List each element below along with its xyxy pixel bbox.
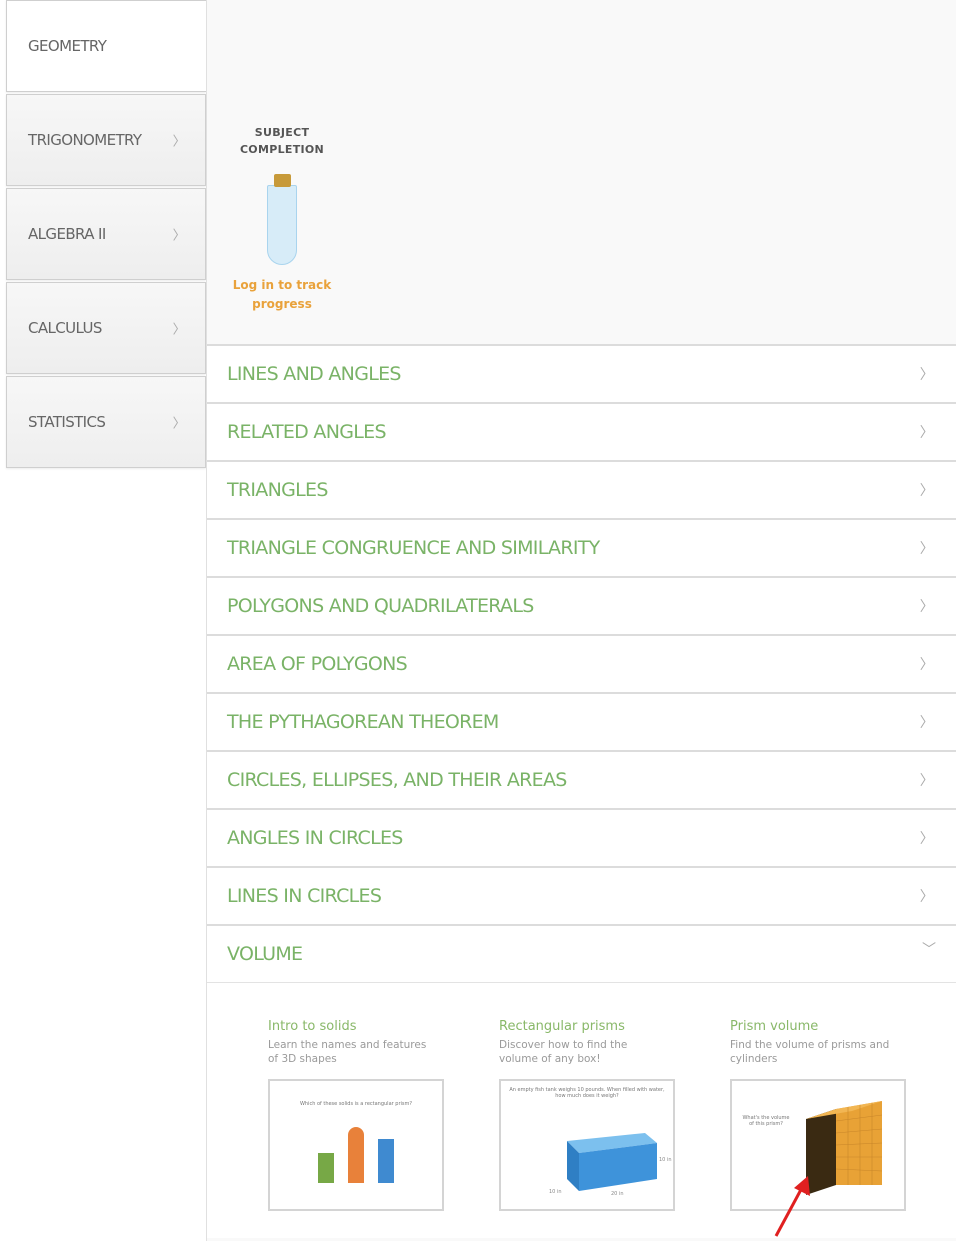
blue-box-illustration: 10 in 20 in 10 in: [549, 1133, 672, 1197]
skill-description: Find the volume of prisms and cylinders: [730, 1038, 910, 1070]
topic-row[interactable]: ANGLES IN CIRCLES 〉: [207, 808, 956, 866]
login-link-line: progress: [252, 297, 312, 311]
skill-description: Discover how to find the volume of any b…: [499, 1038, 679, 1070]
chevron-right-icon: 〉: [919, 483, 934, 499]
completion-title: SUBJECT COMPLETION: [207, 124, 357, 158]
skill-card-rectangular-prisms[interactable]: Rectangular prisms Discover how to find …: [499, 1019, 679, 1211]
topic-label: LINES AND ANGLES: [227, 363, 401, 385]
sidebar-item-calculus[interactable]: CALCULUS 〉: [6, 282, 206, 374]
skill-card-prism-volume[interactable]: Prism volume Find the volume of prisms a…: [730, 1019, 910, 1211]
chevron-right-icon: 〉: [919, 367, 934, 383]
l-prism-illustration: [806, 1101, 883, 1195]
sidebar-item-label: GEOMETRY: [28, 37, 107, 55]
skill-description-line: Discover how to find the: [499, 1039, 628, 1051]
topic-row[interactable]: LINES AND ANGLES 〉: [207, 344, 956, 402]
chevron-right-icon: 〉: [919, 425, 934, 441]
main-content: SUBJECT COMPLETION Log in to track progr…: [206, 0, 956, 1241]
login-to-track-link[interactable]: Log in to track progress: [207, 276, 357, 314]
skill-description-line: Find the volume of prisms and: [730, 1039, 890, 1051]
topic-list: LINES AND ANGLES 〉 RELATED ANGLES 〉 TRIA…: [207, 344, 956, 1238]
red-annotation-arrow-icon: [774, 1176, 810, 1237]
blue-prism-shape: [378, 1139, 394, 1183]
dim-side-label: 20 in: [611, 1191, 624, 1197]
sidebar-item-geometry[interactable]: GEOMETRY: [6, 0, 206, 92]
skill-title: Rectangular prisms: [499, 1019, 625, 1034]
completion-title-line: COMPLETION: [239, 143, 325, 156]
topic-row[interactable]: TRIANGLES 〉: [207, 460, 956, 518]
sidebar-item-label: CALCULUS: [28, 319, 102, 337]
sidebar-item-label: ALGEBRA II: [28, 225, 106, 243]
chevron-right-icon: 〉: [919, 715, 934, 731]
topic-row-volume[interactable]: VOLUME 〉: [207, 924, 956, 982]
skill-card-intro-to-solids[interactable]: Intro to solids Learn the names and feat…: [268, 1019, 448, 1211]
skill-thumbnail[interactable]: What's the volume of this prism?: [730, 1079, 906, 1211]
skill-thumbnail[interactable]: Which of these solids is a rectangular p…: [268, 1079, 444, 1211]
tube-cork: [274, 174, 291, 187]
test-tube-icon: [267, 174, 297, 266]
topic-row[interactable]: LINES IN CIRCLES 〉: [207, 866, 956, 924]
skill-description-line: of 3D shapes: [268, 1053, 337, 1065]
chevron-right-icon: 〉: [919, 541, 934, 557]
chevron-right-icon: 〉: [919, 889, 934, 905]
skill-title: Prism volume: [730, 1019, 819, 1034]
tube-body: [267, 185, 297, 265]
chevron-right-icon: 〉: [919, 599, 934, 615]
topic-row[interactable]: AREA OF POLYGONS 〉: [207, 634, 956, 692]
chevron-right-icon: 〉: [919, 831, 934, 847]
topic-label: THE PYTHAGOREAN THEOREM: [227, 711, 499, 733]
chevron-right-icon: 〉: [919, 657, 934, 673]
sidebar-item-label: STATISTICS: [28, 413, 106, 431]
skill-thumbnail[interactable]: An empty fish tank weighs 10 pounds. Whe…: [499, 1079, 675, 1211]
topic-row[interactable]: TRIANGLE CONGRUENCE AND SIMILARITY 〉: [207, 518, 956, 576]
topic-row[interactable]: THE PYTHAGOREAN THEOREM 〉: [207, 692, 956, 750]
chevron-right-icon: 〉: [919, 773, 934, 789]
chevron-down-icon: 〉: [919, 941, 936, 955]
orange-cylinder-shape: [348, 1127, 364, 1183]
chevron-right-icon: 〉: [172, 134, 186, 150]
topic-label: VOLUME: [227, 943, 303, 965]
topic-label: CIRCLES, ELLIPSES, AND THEIR AREAS: [227, 769, 567, 791]
topic-label: ANGLES IN CIRCLES: [227, 827, 403, 849]
login-link-line: Log in to track: [232, 278, 332, 292]
green-prism-shape: [318, 1153, 334, 1183]
dim-height-label: 10 in: [659, 1157, 672, 1163]
chevron-right-icon: 〉: [172, 416, 186, 432]
sidebar-item-label: TRIGONOMETRY: [28, 131, 142, 149]
skill-description-line: Learn the names and features: [268, 1039, 427, 1051]
volume-skills-panel: Intro to solids Learn the names and feat…: [207, 982, 956, 1238]
completion-title-line: SUBJECT: [254, 126, 310, 139]
skill-description-line: volume of any box!: [499, 1053, 601, 1065]
skill-description-line: cylinders: [730, 1053, 778, 1065]
topic-row[interactable]: POLYGONS AND QUADRILATERALS 〉: [207, 576, 956, 634]
topic-label: TRIANGLES: [227, 479, 328, 501]
topic-row[interactable]: CIRCLES, ELLIPSES, AND THEIR AREAS 〉: [207, 750, 956, 808]
topic-label: POLYGONS AND QUADRILATERALS: [227, 595, 534, 617]
topic-label: LINES IN CIRCLES: [227, 885, 382, 907]
dim-front-label: 10 in: [549, 1189, 562, 1195]
subject-completion: SUBJECT COMPLETION Log in to track progr…: [207, 124, 357, 314]
chevron-right-icon: 〉: [172, 228, 186, 244]
topic-row[interactable]: RELATED ANGLES 〉: [207, 402, 956, 460]
sidebar-item-algebra-ii[interactable]: ALGEBRA II 〉: [6, 188, 206, 280]
topic-label: TRIANGLE CONGRUENCE AND SIMILARITY: [227, 537, 600, 559]
skill-description: Learn the names and features of 3D shape…: [268, 1038, 448, 1070]
skill-title: Intro to solids: [268, 1019, 357, 1034]
sidebar-item-trigonometry[interactable]: TRIGONOMETRY 〉: [6, 94, 206, 186]
thumbnail-caption: Which of these solids is a rectangular p…: [299, 1101, 413, 1107]
sidebar-item-statistics[interactable]: STATISTICS 〉: [6, 376, 206, 468]
topic-label: RELATED ANGLES: [227, 421, 387, 443]
topic-label: AREA OF POLYGONS: [227, 653, 408, 675]
chevron-right-icon: 〉: [172, 322, 186, 338]
